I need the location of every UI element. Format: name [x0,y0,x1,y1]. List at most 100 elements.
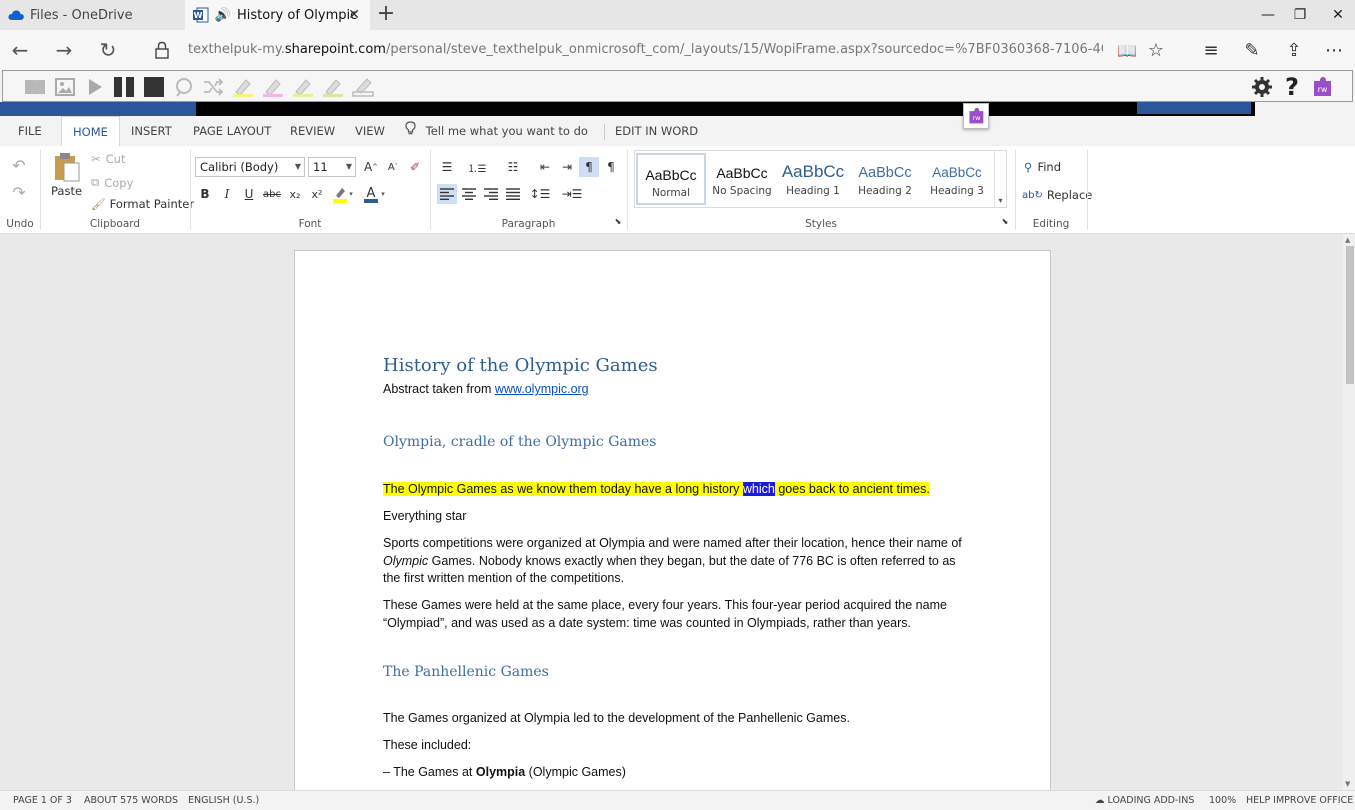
paste-button[interactable]: Paste [51,152,82,198]
align-right-icon[interactable] [481,184,501,204]
undo-icon[interactable]: ↶ [9,155,29,175]
favorite-star-icon[interactable]: ☆ [1143,38,1169,62]
text-run: Games. Nobody knows exactly when they be… [383,553,956,586]
edit-in-word-button[interactable]: EDIT IN WORD [604,116,709,146]
translator-icon[interactable] [201,76,225,98]
abstract-line: Abstract taken from www.olympic.org [383,381,963,399]
close-window-button[interactable]: ✕ [1315,0,1355,30]
style-heading-2[interactable]: AaBbCc Heading 2 [850,153,920,205]
close-tab-icon[interactable]: ✕ [348,7,360,23]
scroll-up-icon[interactable]: ▲ [1345,236,1350,244]
line-spacing-icon[interactable]: ↕☰ [527,184,553,204]
refresh-icon[interactable]: ↻ [92,36,124,64]
rtl-paragraph-icon[interactable]: ¶ [601,157,621,177]
scroll-down-icon[interactable]: ▼ [1345,780,1350,788]
tab-onedrive[interactable]: Files - OneDrive [0,0,185,30]
highlight-blue-icon[interactable] [321,76,345,98]
style-normal[interactable]: AaBbCc Normal [636,153,706,205]
increase-indent-icon[interactable]: ⇥ [557,157,577,177]
web-note-icon[interactable]: ✎ [1239,38,1265,62]
document-page[interactable]: History of the Olympic Games Abstract ta… [294,250,1051,810]
word-app-bar-button[interactable] [1137,102,1251,114]
tab-home[interactable]: HOME [61,116,120,146]
scrollbar-thumb[interactable] [1346,246,1354,384]
multilevel-list-icon[interactable]: ☷ [503,157,523,177]
zoom-level[interactable]: 100% [1209,795,1236,806]
language[interactable]: ENGLISH (U.S.) [188,795,259,806]
style-heading-1[interactable]: AaBbCc Heading 1 [778,153,848,205]
picture-dictionary-icon[interactable] [53,76,77,98]
highlight-yellow-icon[interactable] [231,76,255,98]
strikethrough-button[interactable]: abc [261,184,283,204]
font-size-select[interactable]: 11 ▼ [308,157,356,177]
text-run: Sports competitions were organized at Ol… [383,536,962,550]
page-count[interactable]: PAGE 1 OF 3 [13,795,72,806]
more-icon[interactable]: ⋯ [1321,38,1347,62]
highlight-green-icon[interactable] [291,76,315,98]
speech-maker-icon[interactable] [172,76,196,98]
back-arrow-icon[interactable]: ← [4,36,36,64]
paragraph-spacing-icon[interactable]: ⇥☰ [559,184,585,204]
tab-file[interactable]: FILE [7,116,53,146]
paragraph-highlighted: The Olympic Games as we know them today … [383,481,963,499]
ltr-paragraph-icon[interactable]: ¶ [579,157,599,177]
collect-highlights-icon[interactable] [351,76,375,98]
tab-page-layout[interactable]: PAGE LAYOUT [182,116,282,146]
play-icon[interactable] [83,76,107,98]
font-name-select[interactable]: Calibri (Body) ▼ [195,157,305,177]
clear-formatting-icon[interactable]: ✐ [405,157,425,177]
format-painter-button[interactable]: 🖌 Format Painter [91,197,194,211]
copy-button[interactable]: ⧉ Copy [91,175,133,190]
status-bar: PAGE 1 OF 3 ABOUT 575 WORDS ENGLISH (U.S… [0,790,1355,810]
style-heading-3[interactable]: AaBbCc Heading 3 [922,153,992,205]
stop-icon[interactable] [142,76,166,98]
grow-font-icon[interactable]: A ^ [361,157,381,177]
forward-arrow-icon[interactable]: → [48,36,80,64]
hub-icon[interactable]: ≡ [1198,38,1224,62]
tell-me-box[interactable]: Tell me what you want to do [405,116,588,146]
font-color-button[interactable]: A ▾ [362,184,388,204]
dictionary-icon[interactable] [23,76,47,98]
shrink-font-icon[interactable]: Aˇ [383,157,403,177]
decrease-indent-icon[interactable]: ⇤ [535,157,555,177]
justify-icon[interactable] [503,184,523,204]
text-highlight-button[interactable]: ▾ [330,184,356,204]
redo-icon[interactable]: ↷ [9,182,29,202]
tab-review[interactable]: REVIEW [279,116,346,146]
underline-button[interactable]: U [239,184,259,204]
tab-view[interactable]: VIEW [344,116,396,146]
styles-more-icon[interactable]: ▾ [994,151,1006,207]
find-button[interactable]: ⚲ Find [1024,160,1061,174]
bold-button[interactable]: B [195,184,215,204]
cut-button[interactable]: ✂ Cut [91,152,125,166]
align-left-icon[interactable] [437,184,457,204]
style-no-spacing[interactable]: AaBbCc No Spacing [707,153,777,205]
superscript-button[interactable]: x² [307,184,327,204]
tab-history-of-olympic[interactable]: W 🔊 History of Olympic ✕ [185,0,370,30]
style-preview: AaBbCc [781,162,845,181]
italic-button[interactable]: I [217,184,237,204]
reading-view-icon[interactable]: 📖 [1114,38,1140,62]
new-tab-button[interactable]: + [374,2,398,28]
style-preview: AaBbCc [858,165,912,181]
bullets-icon[interactable]: ☰ [437,157,457,177]
numbering-icon[interactable]: ⒈☰ [467,157,487,177]
help-icon[interactable]: ? [1280,73,1304,101]
align-center-icon[interactable] [459,184,479,204]
help-improve-office[interactable]: HELP IMPROVE OFFICE [1246,795,1353,806]
subscript-button[interactable]: x₂ [285,184,305,204]
style-name: Heading 2 [858,185,912,197]
share-icon[interactable]: ⇪ [1281,38,1307,62]
word-count[interactable]: ABOUT 575 WORDS [84,795,178,806]
rw-floating-icon[interactable]: rw [963,103,989,129]
settings-icon[interactable] [1250,76,1274,98]
speaker-icon[interactable]: 🔊 [215,7,231,23]
rw-logo-icon[interactable]: rw [1310,76,1334,98]
selected-word[interactable]: which [742,482,775,496]
replace-button[interactable]: ab↻ Replace [1022,188,1092,202]
url-field[interactable]: texthelpuk-my.sharepoint.com/personal/st… [188,42,1103,57]
highlight-pink-icon[interactable] [261,76,285,98]
tab-insert[interactable]: INSERT [120,116,183,146]
pause-icon[interactable] [112,76,136,98]
olympic-link[interactable]: www.olympic.org [495,382,589,396]
